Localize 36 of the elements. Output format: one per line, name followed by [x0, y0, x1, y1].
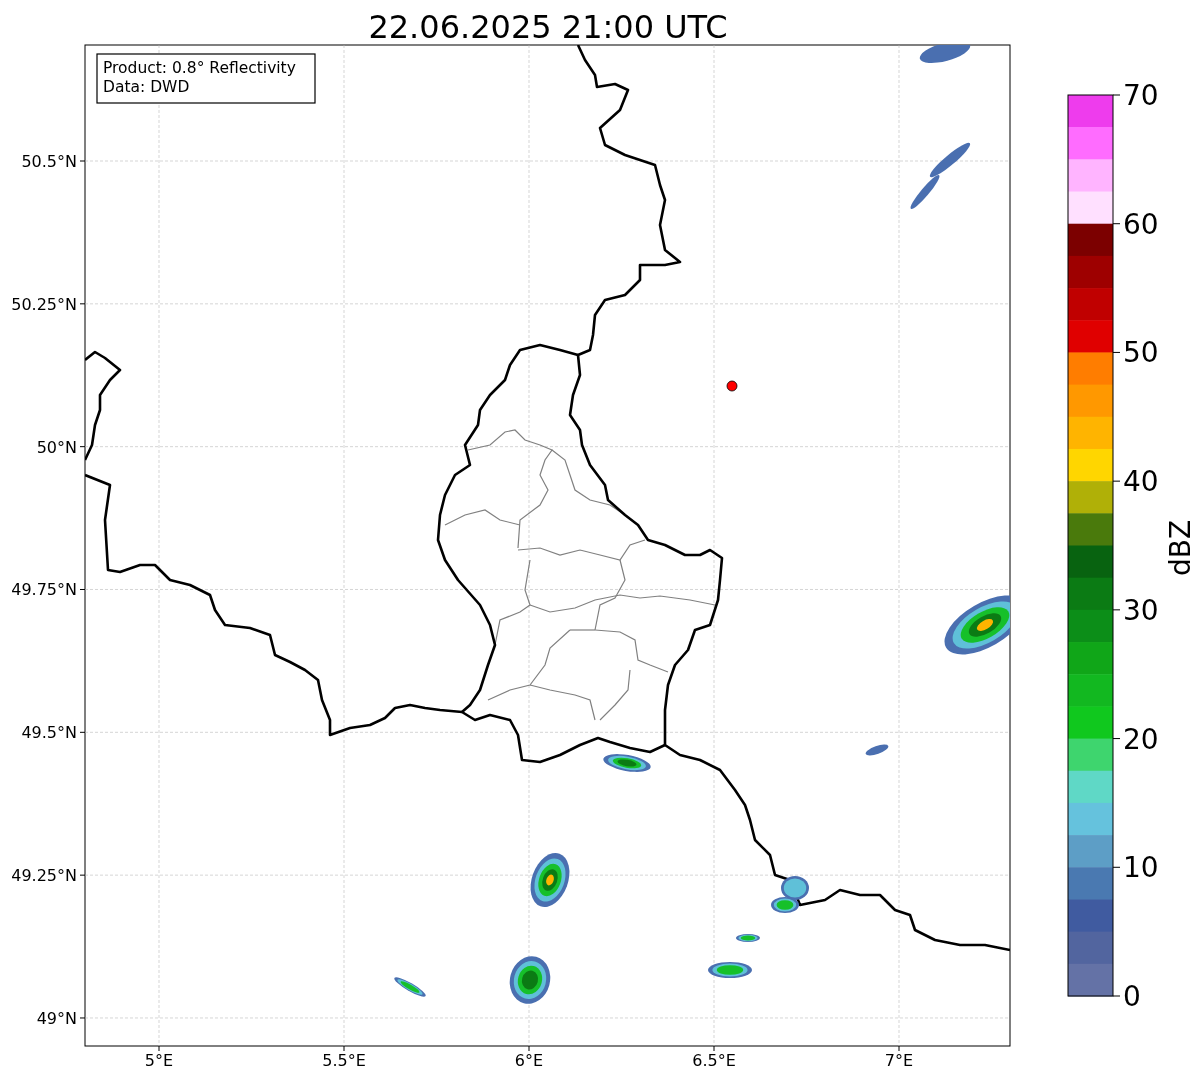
radar-echo — [910, 174, 940, 210]
radar-echo — [919, 45, 971, 63]
colorbar-tick-label: 20 — [1123, 722, 1159, 756]
colorbar-tick-label: 30 — [1123, 593, 1159, 627]
colorbar-tick-label: 50 — [1123, 336, 1159, 370]
latitude-label: 50.25°N — [11, 294, 77, 314]
radar-echo — [944, 595, 1010, 655]
longitude-label: 6°E — [514, 1051, 544, 1070]
latitude-label: 49.5°N — [21, 723, 77, 743]
station-marker — [726, 380, 738, 392]
colorbar-tick-label: 40 — [1123, 465, 1159, 499]
radar-echo — [603, 754, 651, 772]
colorbar-label: dBZ — [1164, 519, 1197, 577]
map-title: 22.06.2025 21:00 UTC — [368, 8, 728, 46]
latitude-label: 50°N — [36, 437, 77, 457]
radar-echo — [736, 934, 760, 942]
colorbar-tick-label: 60 — [1123, 207, 1159, 241]
longitude-label: 5.5°E — [322, 1051, 366, 1070]
legend-text: Data: DWD — [103, 78, 190, 96]
latitude-label: 49.25°N — [11, 866, 77, 886]
latitude-label: 49.75°N — [11, 580, 77, 600]
longitude-label: 7°E — [884, 1051, 914, 1070]
latitude-label: 50.5°N — [21, 152, 77, 171]
radar-echo — [708, 962, 752, 978]
colorbar-tick-label: 0 — [1123, 980, 1141, 1013]
latitude-label: 49°N — [36, 1009, 77, 1028]
radar-echo — [509, 956, 551, 1004]
longitude-label: 6.5°E — [692, 1051, 736, 1070]
radar-echo — [865, 744, 889, 756]
longitude-label: 5°E — [144, 1051, 174, 1070]
legend-text: Product: 0.8° Reflectivity — [103, 59, 296, 77]
colorbar-tick-label: 10 — [1123, 851, 1159, 885]
radar-echo — [394, 977, 426, 997]
radar-echo — [530, 853, 570, 907]
radar-echo — [929, 142, 971, 178]
colorbar-tick-label: 70 — [1123, 79, 1159, 112]
